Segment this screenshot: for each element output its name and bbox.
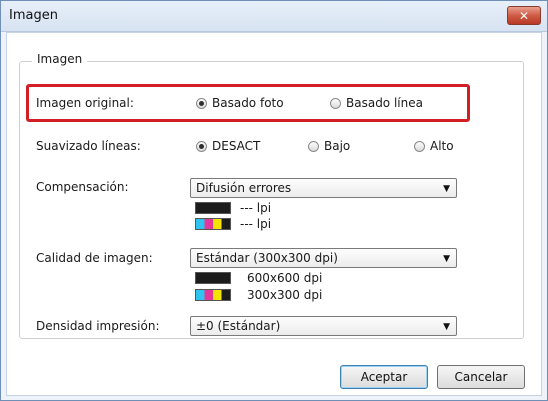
accept-button[interactable]: Aceptar (340, 365, 428, 389)
window-title: Imagen (9, 8, 58, 23)
radio-bajo[interactable]: Bajo (308, 139, 350, 153)
group-title: Imagen (32, 52, 88, 66)
density-value: ±0 (Estándar) (196, 319, 281, 333)
close-button[interactable]: ✕ (507, 6, 541, 25)
title-bar[interactable]: Imagen ✕ (1, 1, 547, 32)
radio-selected-icon (196, 97, 207, 109)
radio-label: Basado foto (212, 96, 284, 110)
radio-label: Basado línea (346, 96, 423, 110)
color-swatch-icon (195, 289, 231, 301)
chevron-down-icon: ▼ (443, 184, 450, 194)
compensation-value: Difusión errores (196, 181, 292, 195)
black-swatch-icon (195, 272, 231, 284)
radio-label: DESACT (212, 139, 261, 153)
chevron-down-icon: ▼ (443, 254, 450, 264)
compensation-label: Compensación: (36, 180, 129, 194)
radio-desact[interactable]: DESACT (196, 139, 260, 153)
radio-selected-icon (196, 140, 207, 152)
quality-select[interactable]: Estándar (300x300 dpi) ▼ (190, 248, 457, 268)
radio-unselected-icon (330, 97, 341, 109)
radio-basado-linea[interactable]: Basado línea (330, 96, 423, 110)
cancel-button[interactable]: Cancelar (437, 365, 525, 389)
color-dpi-text: 300x300 dpi (247, 288, 323, 302)
quality-value: Estándar (300x300 dpi) (196, 251, 338, 265)
radio-label: Bajo (324, 139, 351, 153)
density-select[interactable]: ±0 (Estándar) ▼ (190, 316, 457, 336)
color-swatch-icon (195, 218, 231, 230)
black-lpi-text: --- lpi (240, 201, 272, 215)
close-icon: ✕ (518, 8, 530, 23)
quality-label: Calidad de imagen: (36, 251, 153, 265)
radio-unselected-icon (414, 140, 425, 152)
density-label: Densidad impresión: (36, 319, 160, 333)
chevron-down-icon: ▼ (443, 322, 450, 332)
radio-unselected-icon (308, 140, 319, 152)
smoothing-label: Suavizado líneas: (36, 139, 141, 153)
compensation-select[interactable]: Difusión errores ▼ (190, 178, 457, 198)
color-lpi-text: --- lpi (240, 217, 272, 231)
radio-basado-foto[interactable]: Basado foto (196, 96, 284, 110)
radio-label: Alto (430, 139, 454, 153)
black-swatch-icon (195, 202, 231, 214)
radio-alto[interactable]: Alto (414, 139, 454, 153)
black-dpi-text: 600x600 dpi (247, 271, 323, 285)
image-original-label: Imagen original: (36, 96, 134, 110)
